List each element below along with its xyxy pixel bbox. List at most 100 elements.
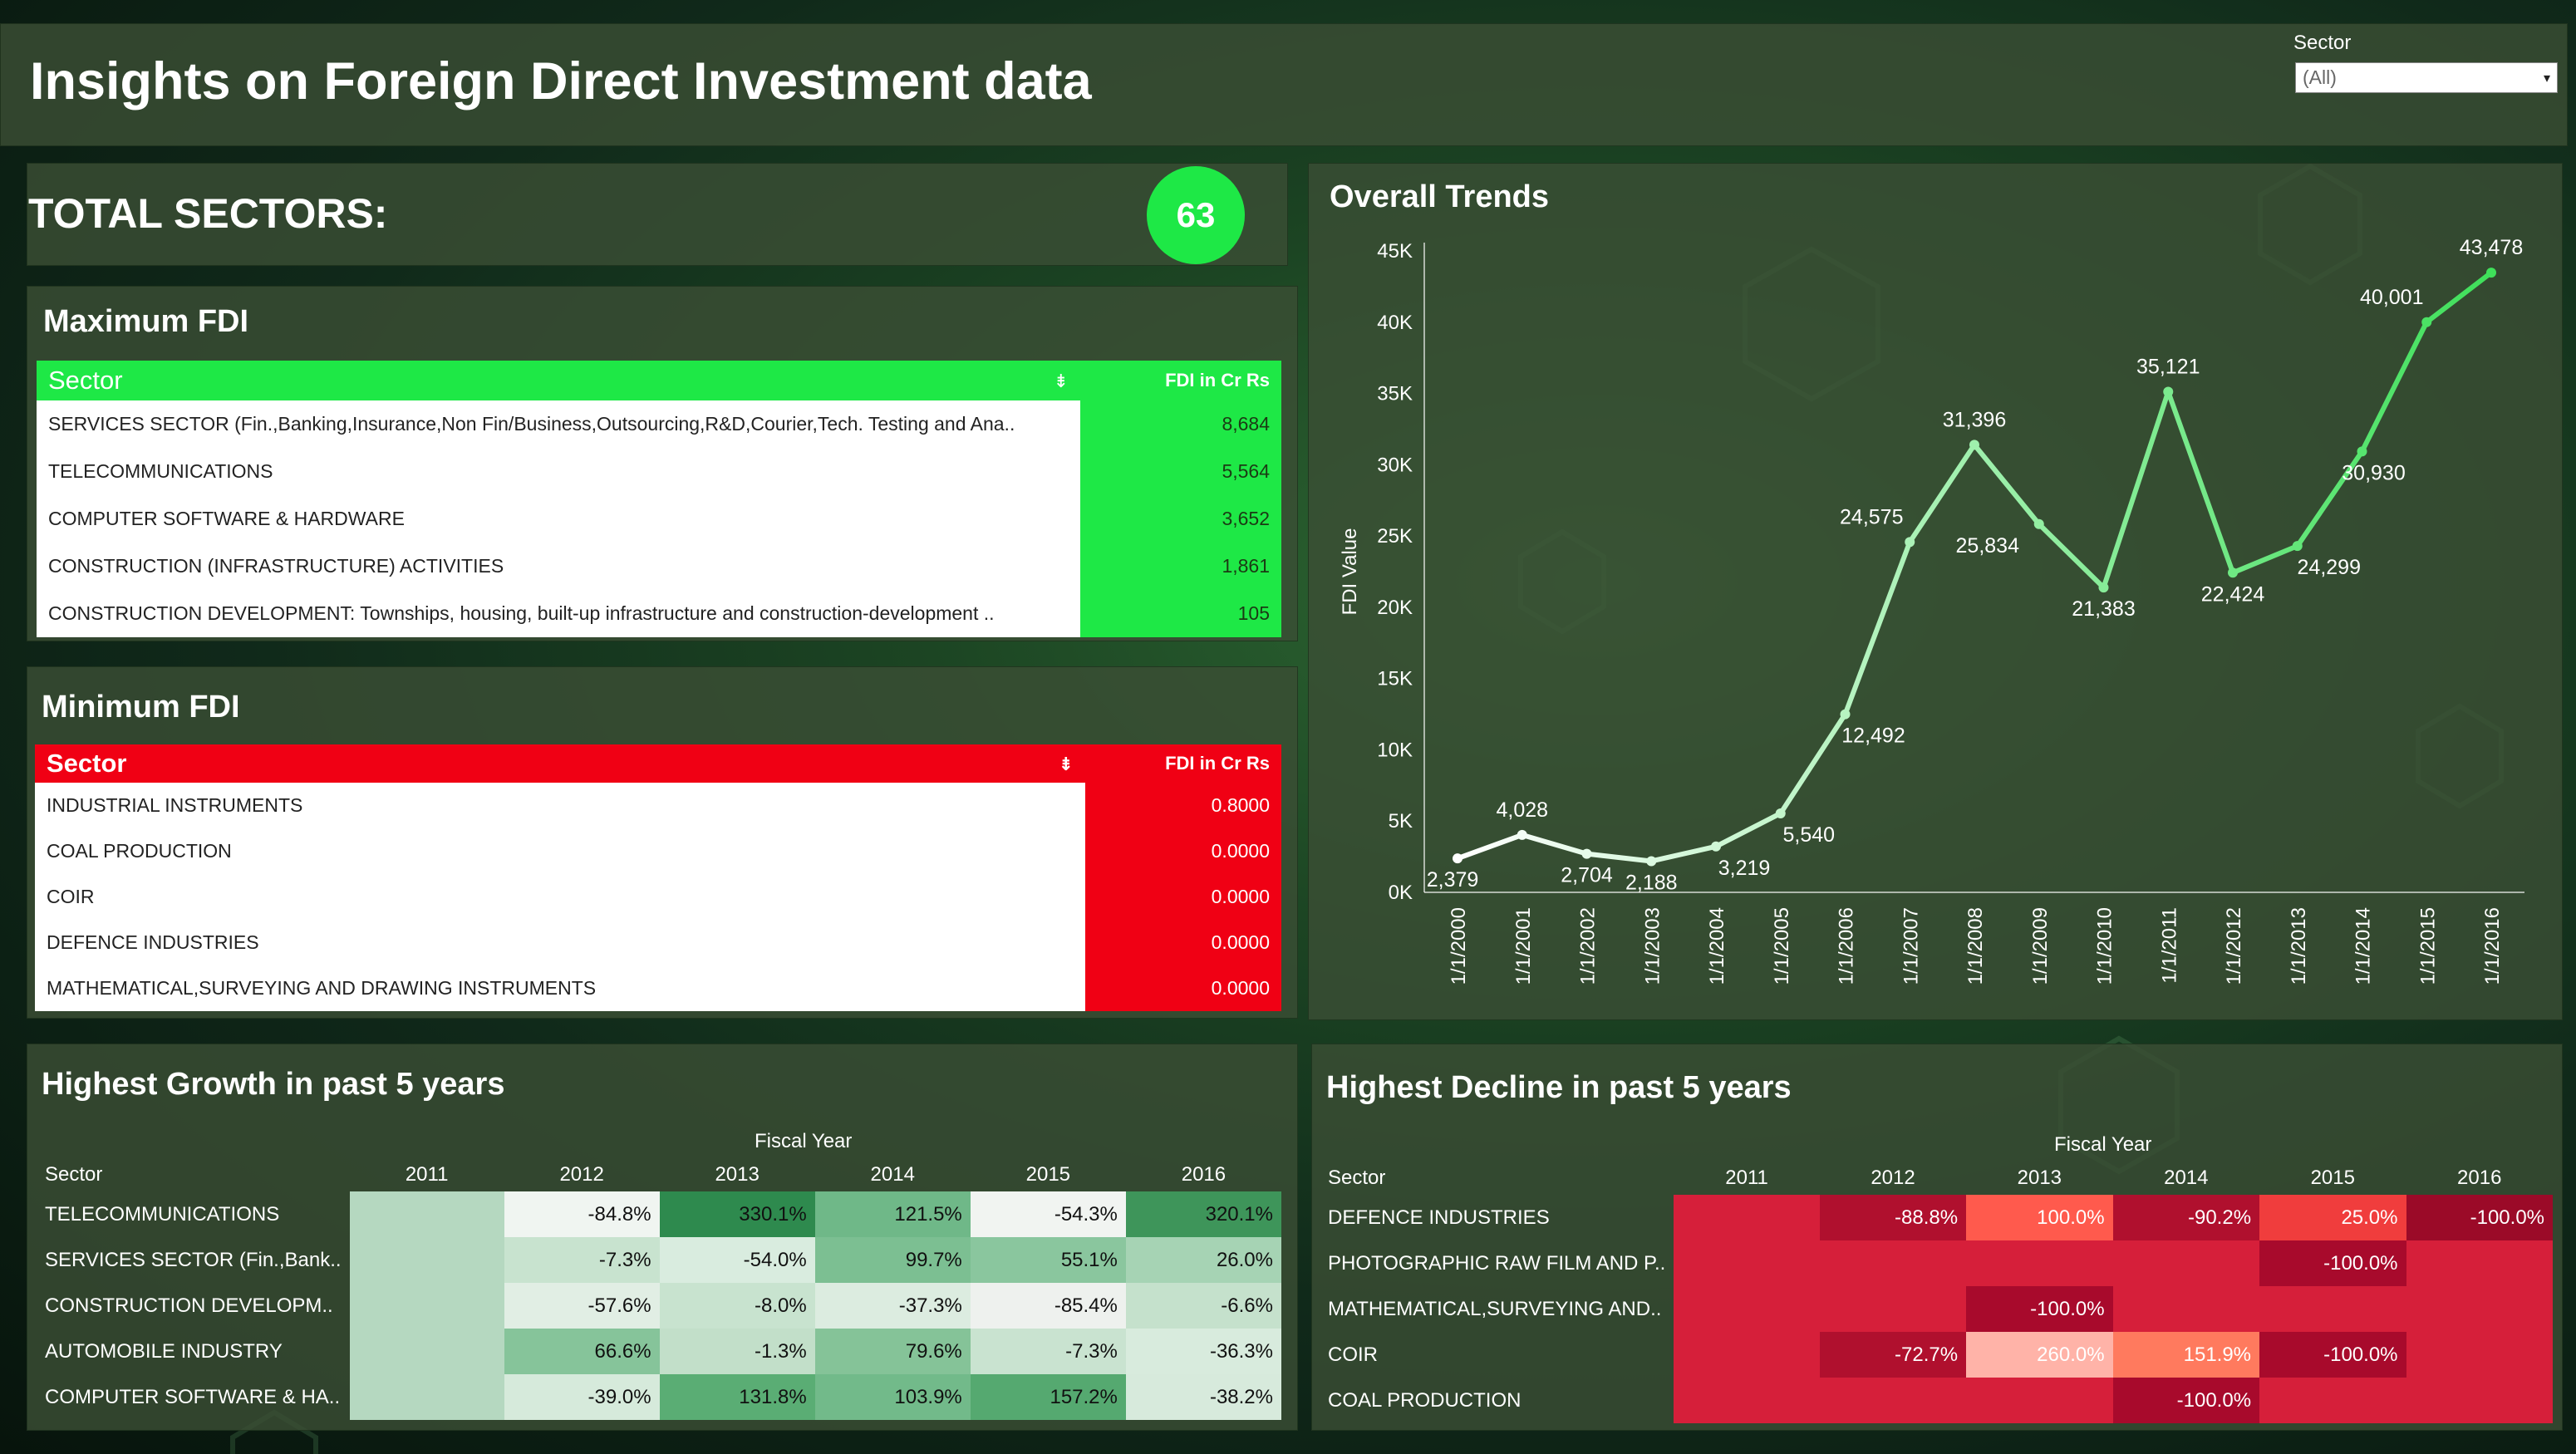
heatmap-cell[interactable] bbox=[349, 1237, 504, 1283]
heatmap-cell[interactable]: 330.1% bbox=[659, 1191, 815, 1237]
heatmap-cell[interactable]: -72.7% bbox=[1819, 1332, 1967, 1378]
col-header-year: 2012 bbox=[559, 1163, 604, 1186]
heatmap-cell[interactable]: 157.2% bbox=[970, 1374, 1126, 1420]
heatmap-cell[interactable] bbox=[2406, 1378, 2553, 1423]
table-row[interactable]: COMPUTER SOFTWARE & HARDWARE 3,652 bbox=[37, 495, 1281, 543]
heatmap-cell[interactable] bbox=[2112, 1240, 2260, 1286]
heatmap-cell[interactable]: 66.6% bbox=[504, 1329, 660, 1374]
data-label: 40,001 bbox=[2360, 286, 2423, 309]
table-row[interactable]: COIR 0.0000 bbox=[35, 874, 1281, 920]
heatmap-cell[interactable]: -100.0% bbox=[2259, 1332, 2406, 1378]
sector-name: CONSTRUCTION DEVELOPM.. bbox=[45, 1294, 333, 1317]
heatmap-cell[interactable]: 55.1% bbox=[970, 1237, 1126, 1283]
heatmap-cell[interactable] bbox=[2112, 1286, 2260, 1332]
table-row[interactable]: DEFENCE INDUSTRIES -88.8% 100.0% -90.2% 25.0… bbox=[1320, 1195, 2553, 1240]
heatmap-cell[interactable] bbox=[1819, 1286, 1967, 1332]
heatmap-cell[interactable]: 99.7% bbox=[814, 1237, 971, 1283]
heatmap-cell[interactable]: -8.0% bbox=[659, 1283, 815, 1329]
heatmap-cell[interactable]: 26.0% bbox=[1125, 1237, 1281, 1283]
heatmap-cell[interactable]: -100.0% bbox=[2112, 1378, 2260, 1423]
table-row[interactable]: MATHEMATICAL,SURVEYING AND.. -100.0% bbox=[1320, 1286, 2553, 1332]
sort-icon[interactable]: ⇟ bbox=[1059, 754, 1074, 775]
heatmap-cell[interactable] bbox=[1819, 1240, 1967, 1286]
table-row[interactable]: SERVICES SECTOR (Fin.,Banking,Insurance,… bbox=[37, 400, 1281, 448]
decline-fiscal-label: Fiscal Year bbox=[2054, 1133, 2152, 1156]
heatmap-cell[interactable]: -100.0% bbox=[2406, 1195, 2553, 1240]
heatmap-cell[interactable] bbox=[349, 1374, 504, 1420]
table-row[interactable]: TELECOMMUNICATIONS -84.8% 330.1% 121.5% -54.… bbox=[37, 1191, 1281, 1237]
x-tick-label: 1/1/2009 bbox=[2029, 907, 2052, 985]
table-row[interactable]: CONSTRUCTION DEVELOPM.. -57.6% -8.0% -37.3%… bbox=[37, 1283, 1281, 1329]
heatmap-cell[interactable] bbox=[1674, 1286, 1820, 1332]
heatmap-cell[interactable]: 260.0% bbox=[1966, 1332, 2113, 1378]
growth-title: Highest Growth in past 5 years bbox=[42, 1067, 505, 1102]
sort-icon[interactable]: ⇟ bbox=[1054, 371, 1069, 392]
table-row[interactable]: DEFENCE INDUSTRIES 0.0000 bbox=[35, 920, 1281, 965]
decline-title: Highest Decline in past 5 years bbox=[1326, 1070, 1792, 1105]
col-header-year: 2016 bbox=[1181, 1163, 1227, 1186]
heatmap-cell[interactable]: -36.3% bbox=[1125, 1329, 1281, 1374]
max-fdi-col-value[interactable]: FDI in Cr Rs bbox=[1080, 361, 1281, 400]
heatmap-cell[interactable]: 79.6% bbox=[814, 1329, 971, 1374]
heatmap-cell[interactable] bbox=[1674, 1332, 1820, 1378]
table-row[interactable]: COIR -72.7% 260.0% 151.9% -100.0% bbox=[1320, 1332, 2553, 1378]
heatmap-cell[interactable]: 121.5% bbox=[814, 1191, 971, 1237]
heatmap-cell[interactable] bbox=[1966, 1378, 2113, 1423]
col-header-year: 2015 bbox=[1025, 1163, 1071, 1186]
heatmap-cell[interactable]: -1.3% bbox=[659, 1329, 815, 1374]
heatmap-cell[interactable]: -57.6% bbox=[504, 1283, 660, 1329]
table-row[interactable]: COAL PRODUCTION 0.0000 bbox=[35, 828, 1281, 874]
heatmap-cell[interactable] bbox=[2259, 1286, 2406, 1332]
min-fdi-col-value[interactable]: FDI in Cr Rs bbox=[1085, 744, 1281, 783]
table-row[interactable]: COAL PRODUCTION -100.0% bbox=[1320, 1378, 2553, 1423]
y-tick-label: 10K bbox=[1377, 739, 1413, 761]
heatmap-cell[interactable]: -38.2% bbox=[1125, 1374, 1281, 1420]
heatmap-cell[interactable] bbox=[1966, 1240, 2113, 1286]
table-row[interactable]: CONSTRUCTION (INFRASTRUCTURE) ACTIVITIES… bbox=[37, 543, 1281, 590]
heatmap-cell[interactable] bbox=[349, 1191, 504, 1237]
heatmap-cell[interactable] bbox=[2406, 1240, 2553, 1286]
table-row[interactable]: INDUSTRIAL INSTRUMENTS 0.8000 bbox=[35, 783, 1281, 828]
heatmap-cell[interactable]: -54.3% bbox=[970, 1191, 1126, 1237]
heatmap-cell[interactable]: 100.0% bbox=[1966, 1195, 2113, 1240]
heatmap-cell[interactable]: 131.8% bbox=[659, 1374, 815, 1420]
heatmap-cell[interactable]: -100.0% bbox=[2259, 1240, 2406, 1286]
heatmap-cell[interactable]: -6.6% bbox=[1125, 1283, 1281, 1329]
data-label: 43,478 bbox=[2460, 236, 2523, 259]
heatmap-cell[interactable] bbox=[1674, 1240, 1820, 1286]
heatmap-cell[interactable] bbox=[1674, 1378, 1820, 1423]
sector-filter-label: Sector bbox=[2293, 32, 2352, 54]
heatmap-cell[interactable]: 151.9% bbox=[2112, 1332, 2260, 1378]
heatmap-cell[interactable]: -7.3% bbox=[970, 1329, 1126, 1374]
heatmap-cell[interactable]: -37.3% bbox=[814, 1283, 971, 1329]
heatmap-cell[interactable]: 103.9% bbox=[814, 1374, 971, 1420]
heatmap-cell[interactable] bbox=[349, 1283, 504, 1329]
heatmap-cell[interactable] bbox=[1674, 1195, 1820, 1240]
heatmap-cell[interactable] bbox=[2259, 1378, 2406, 1423]
sector-filter-dropdown[interactable]: (All) ▾ bbox=[2295, 62, 2558, 93]
heatmap-cell[interactable] bbox=[2406, 1332, 2553, 1378]
table-row[interactable]: MATHEMATICAL,SURVEYING AND DRAWING INSTR… bbox=[35, 965, 1281, 1011]
table-row[interactable]: PHOTOGRAPHIC RAW FILM AND P.. -100.0% bbox=[1320, 1240, 2553, 1286]
heatmap-cell[interactable]: 25.0% bbox=[2259, 1195, 2406, 1240]
x-tick-label: 1/1/2001 bbox=[1512, 907, 1535, 985]
x-tick-label: 1/1/2011 bbox=[2158, 907, 2180, 984]
table-row[interactable]: SERVICES SECTOR (Fin.,Bank.. -7.3% -54.0% 9… bbox=[37, 1237, 1281, 1283]
heatmap-cell[interactable]: -54.0% bbox=[659, 1237, 815, 1283]
table-row[interactable]: CONSTRUCTION DEVELOPMENT: Townships, hou… bbox=[37, 590, 1281, 637]
heatmap-cell[interactable]: -100.0% bbox=[1966, 1286, 2113, 1332]
heatmap-cell[interactable] bbox=[2406, 1286, 2553, 1332]
table-row[interactable]: COMPUTER SOFTWARE & HA.. -39.0% 131.8% 103.… bbox=[37, 1374, 1281, 1420]
table-row[interactable]: AUTOMOBILE INDUSTRY 66.6% -1.3% 79.6% -7.3% -… bbox=[37, 1329, 1281, 1374]
heatmap-cell[interactable]: -39.0% bbox=[504, 1374, 660, 1420]
heatmap-cell[interactable]: -7.3% bbox=[504, 1237, 660, 1283]
heatmap-cell[interactable]: -88.8% bbox=[1819, 1195, 1967, 1240]
heatmap-cell[interactable] bbox=[1819, 1378, 1967, 1423]
heatmap-cell[interactable] bbox=[349, 1329, 504, 1374]
table-row[interactable]: TELECOMMUNICATIONS 5,564 bbox=[37, 448, 1281, 495]
heatmap-cell[interactable]: -85.4% bbox=[970, 1283, 1126, 1329]
heatmap-cell[interactable]: -84.8% bbox=[504, 1191, 660, 1237]
heatmap-cell[interactable]: 320.1% bbox=[1125, 1191, 1281, 1237]
heatmap-cell[interactable]: -90.2% bbox=[2112, 1195, 2260, 1240]
fdi-value: 3,652 bbox=[1080, 495, 1281, 543]
